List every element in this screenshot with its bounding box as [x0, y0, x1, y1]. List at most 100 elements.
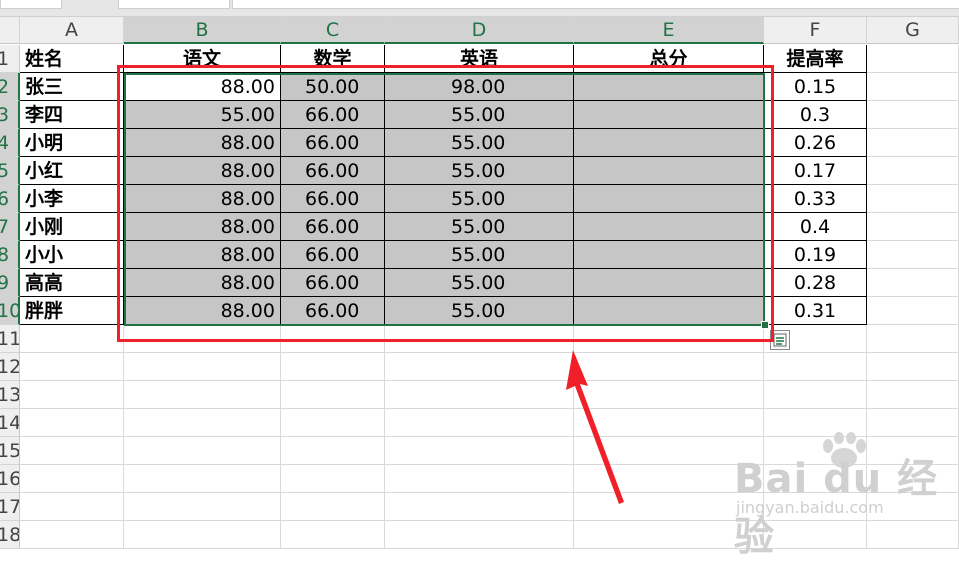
row-header-2[interactable]: 2: [0, 73, 20, 101]
cell-c11[interactable]: [281, 325, 385, 353]
cell-a12[interactable]: [20, 353, 124, 381]
cell-f7[interactable]: 0.4: [764, 213, 867, 241]
cell-f12[interactable]: [764, 353, 867, 381]
cell-g9[interactable]: [867, 269, 959, 297]
cell-d11[interactable]: [385, 325, 574, 353]
row-header-1[interactable]: 1: [0, 45, 20, 73]
cell-a9[interactable]: 高高: [20, 269, 124, 297]
row-header-4[interactable]: 4: [0, 129, 20, 157]
cell-e6[interactable]: [574, 185, 764, 213]
cell-a11[interactable]: [20, 325, 124, 353]
cell-a13[interactable]: [20, 381, 124, 409]
cell-b4[interactable]: 88.00: [124, 129, 281, 157]
cell-g3[interactable]: [867, 101, 959, 129]
cell-d7[interactable]: 55.00: [385, 213, 574, 241]
cell-a5[interactable]: 小红: [20, 157, 124, 185]
cell-e9[interactable]: [574, 269, 764, 297]
cell-d10[interactable]: 55.00: [385, 297, 574, 325]
cell-c1[interactable]: 数学: [281, 45, 385, 73]
cell-b3[interactable]: 55.00: [124, 101, 281, 129]
cell-a1[interactable]: 姓名: [20, 45, 124, 73]
cell-f1[interactable]: 提高率: [764, 45, 867, 73]
cell-d16[interactable]: [385, 465, 574, 493]
cell-d9[interactable]: 55.00: [385, 269, 574, 297]
cell-g13[interactable]: [867, 381, 959, 409]
cell-c6[interactable]: 66.00: [281, 185, 385, 213]
column-header-b[interactable]: B: [124, 17, 281, 44]
cell-a14[interactable]: [20, 409, 124, 437]
cell-f9[interactable]: 0.28: [764, 269, 867, 297]
row-header-18[interactable]: 18: [0, 521, 20, 549]
fill-handle[interactable]: [761, 321, 769, 329]
cell-d18[interactable]: [385, 521, 574, 549]
row-header-16[interactable]: 16: [0, 465, 20, 493]
cell-f2[interactable]: 0.15: [764, 73, 867, 101]
cell-f6[interactable]: 0.33: [764, 185, 867, 213]
column-header-g[interactable]: G: [867, 17, 959, 44]
row-header-10[interactable]: 10: [0, 297, 20, 325]
cell-d12[interactable]: [385, 353, 574, 381]
cell-b14[interactable]: [124, 409, 281, 437]
cell-c10[interactable]: 66.00: [281, 297, 385, 325]
cell-f8[interactable]: 0.19: [764, 241, 867, 269]
cell-c8[interactable]: 66.00: [281, 241, 385, 269]
cell-g6[interactable]: [867, 185, 959, 213]
cell-e4[interactable]: [574, 129, 764, 157]
cell-c13[interactable]: [281, 381, 385, 409]
cell-c16[interactable]: [281, 465, 385, 493]
cell-e7[interactable]: [574, 213, 764, 241]
cell-a18[interactable]: [20, 521, 124, 549]
cell-f4[interactable]: 0.26: [764, 129, 867, 157]
cell-a10[interactable]: 胖胖: [20, 297, 124, 325]
cell-c14[interactable]: [281, 409, 385, 437]
cell-d14[interactable]: [385, 409, 574, 437]
row-header-11[interactable]: 11: [0, 325, 20, 353]
row-header-15[interactable]: 15: [0, 437, 20, 465]
cell-d13[interactable]: [385, 381, 574, 409]
row-header-8[interactable]: 8: [0, 241, 20, 269]
cell-b8[interactable]: 88.00: [124, 241, 281, 269]
cell-d15[interactable]: [385, 437, 574, 465]
cell-d17[interactable]: [385, 493, 574, 521]
cell-c2[interactable]: 50.00: [281, 73, 385, 101]
cell-a15[interactable]: [20, 437, 124, 465]
cell-e8[interactable]: [574, 241, 764, 269]
row-header-14[interactable]: 14: [0, 409, 20, 437]
cell-a17[interactable]: [20, 493, 124, 521]
cell-g11[interactable]: [867, 325, 959, 353]
row-header-12[interactable]: 12: [0, 353, 20, 381]
column-header-a[interactable]: A: [20, 17, 124, 44]
cell-g1[interactable]: [867, 45, 959, 73]
column-header-d[interactable]: D: [385, 17, 574, 44]
cell-g7[interactable]: [867, 213, 959, 241]
quick-analysis-button[interactable]: [770, 330, 790, 350]
cell-b12[interactable]: [124, 353, 281, 381]
cell-g10[interactable]: [867, 297, 959, 325]
cell-d2[interactable]: 98.00: [385, 73, 574, 101]
cell-d4[interactable]: 55.00: [385, 129, 574, 157]
row-header-5[interactable]: 5: [0, 157, 20, 185]
cell-a2[interactable]: 张三: [20, 73, 124, 101]
row-header-9[interactable]: 9: [0, 269, 20, 297]
cell-a3[interactable]: 李四: [20, 101, 124, 129]
cell-f3[interactable]: 0.3: [764, 101, 867, 129]
cell-g5[interactable]: [867, 157, 959, 185]
cell-c4[interactable]: 66.00: [281, 129, 385, 157]
cell-e10[interactable]: [574, 297, 764, 325]
cell-b10[interactable]: 88.00: [124, 297, 281, 325]
cell-a4[interactable]: 小明: [20, 129, 124, 157]
cell-d1[interactable]: 英语: [385, 45, 574, 73]
cell-e5[interactable]: [574, 157, 764, 185]
cell-f13[interactable]: [764, 381, 867, 409]
cell-c18[interactable]: [281, 521, 385, 549]
cell-b11[interactable]: [124, 325, 281, 353]
cell-d5[interactable]: 55.00: [385, 157, 574, 185]
cell-c5[interactable]: 66.00: [281, 157, 385, 185]
cell-g2[interactable]: [867, 73, 959, 101]
cell-f5[interactable]: 0.17: [764, 157, 867, 185]
cell-b18[interactable]: [124, 521, 281, 549]
cell-c15[interactable]: [281, 437, 385, 465]
cell-c12[interactable]: [281, 353, 385, 381]
cell-b13[interactable]: [124, 381, 281, 409]
cell-e2[interactable]: [574, 73, 764, 101]
